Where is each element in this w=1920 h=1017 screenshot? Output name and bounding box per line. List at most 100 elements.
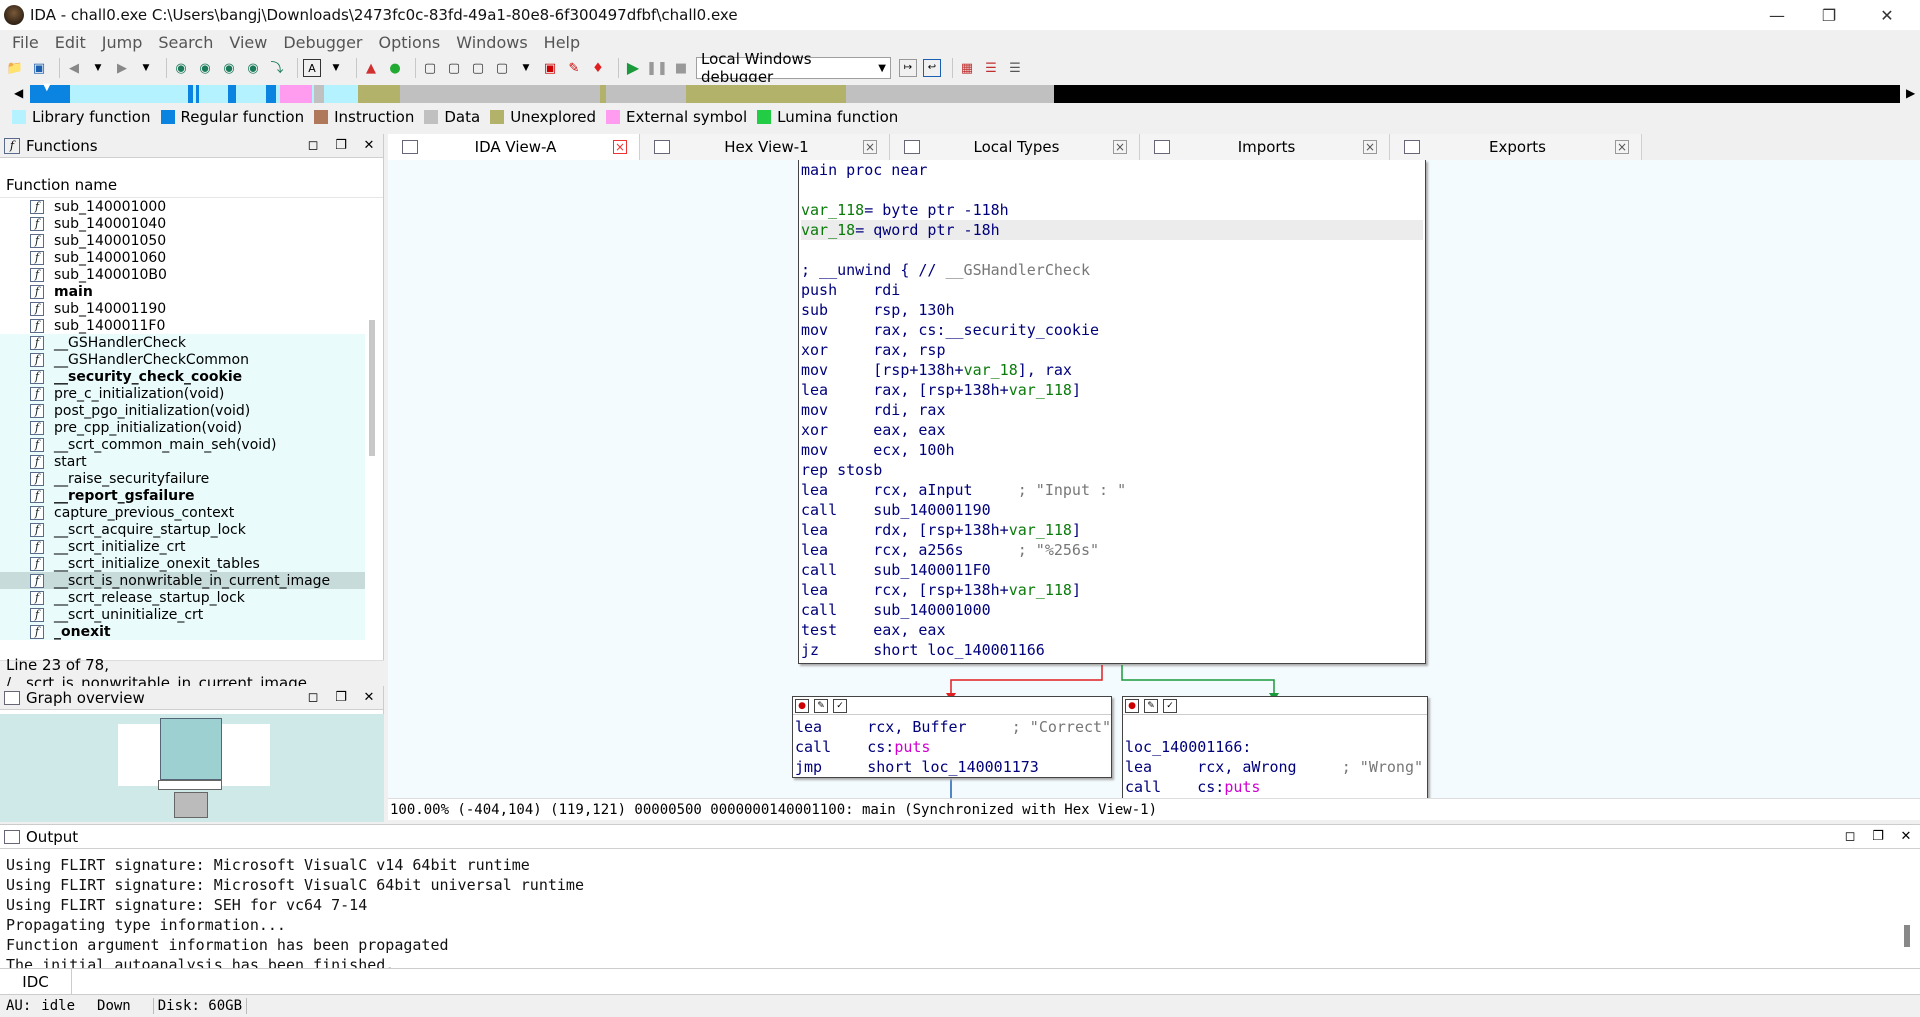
panel-maximize-icon[interactable]: ◻ <box>299 690 327 705</box>
scroll-right-icon[interactable]: ▶ <box>1906 86 1915 100</box>
function-row[interactable]: f capture_previous_context <box>0 504 365 521</box>
find-icon[interactable]: ◉ <box>220 59 238 77</box>
block-title-icon[interactable]: ✎ <box>1144 698 1158 713</box>
function-row[interactable]: f start <box>0 453 365 470</box>
output-vscrollbar[interactable] <box>1904 925 1910 947</box>
asm-line[interactable]: loc_140001166: <box>1125 737 1425 757</box>
minimize-button[interactable]: — <box>1748 0 1806 30</box>
panel-close-icon[interactable]: ✕ <box>1892 829 1920 844</box>
tab-imports[interactable]: Imports × <box>1140 134 1390 160</box>
menu-view[interactable]: View <box>221 33 275 52</box>
idc-command-input[interactable] <box>72 969 1920 995</box>
dropdown-arrow-icon[interactable]: ▼ <box>517 59 535 77</box>
asm-line[interactable]: lea rcx, Buffer ; "Correct" <box>795 717 1111 737</box>
menu-search[interactable]: Search <box>150 33 221 52</box>
dropdown-arrow-icon[interactable]: ▼ <box>137 59 155 77</box>
function-row[interactable]: f sub_1400011F0 <box>0 317 365 334</box>
stop-icon[interactable]: ■ <box>672 59 690 77</box>
wrong-code-block[interactable]: ● ✎ ✓ loc_140001166: lea rcx, aWrong ; "Wro… <box>1122 696 1428 800</box>
menu-debugger[interactable]: Debugger <box>275 33 370 52</box>
pause-icon[interactable]: ❚❚ <box>646 59 668 77</box>
function-row[interactable]: f __GSHandlerCheck <box>0 334 365 351</box>
breakpoint-icon[interactable]: ▲ <box>362 59 380 77</box>
navigation-band[interactable]: ◀ ▼ ▶ <box>0 82 1920 106</box>
open-icon[interactable]: 📁 <box>6 59 24 77</box>
asm-line[interactable]: lea rcx, aWrong ; "Wrong" <box>1125 757 1425 777</box>
graph-proximity-icon[interactable]: ☰ <box>1006 59 1024 77</box>
panel-float-icon[interactable]: ❐ <box>327 138 355 153</box>
function-row[interactable]: f sub_140001000 <box>0 198 365 215</box>
function-row[interactable]: f sub_140001050 <box>0 232 365 249</box>
tab-close-icon[interactable]: × <box>1363 140 1377 154</box>
tab-close-icon[interactable]: × <box>1615 140 1629 154</box>
dropdown-arrow-icon[interactable]: ▼ <box>327 59 345 77</box>
function-row[interactable]: f sub_140001060 <box>0 249 365 266</box>
function-row[interactable]: f main <box>0 283 365 300</box>
function-row[interactable]: f __scrt_initialize_onexit_tables <box>0 555 365 572</box>
ida-graph-view[interactable]: main proc near var_118= byte ptr -118h var… <box>388 160 1920 800</box>
function-row[interactable]: f __scrt_release_startup_lock <box>0 589 365 606</box>
function-name-column-header[interactable]: Function name <box>0 172 383 198</box>
tab-close-icon[interactable]: × <box>613 140 627 154</box>
menu-edit[interactable]: Edit <box>47 33 94 52</box>
function-row[interactable]: f sub_1400010B0 <box>0 266 365 283</box>
binary-search-icon[interactable]: ◉ <box>172 59 190 77</box>
menu-jump[interactable]: Jump <box>94 33 151 52</box>
tab-local-types[interactable]: Local Types × <box>890 134 1140 160</box>
scroll-left-icon[interactable]: ◀ <box>14 86 23 100</box>
asm-line[interactable] <box>1125 717 1425 737</box>
tab-ida-view-a[interactable]: IDA View-A × <box>388 134 640 160</box>
code-icon[interactable]: ▢ <box>421 59 439 77</box>
panel-close-icon[interactable]: ✕ <box>355 138 383 153</box>
function-row[interactable]: f __scrt_uninitialize_crt <box>0 606 365 623</box>
back-icon[interactable]: ◀ <box>65 59 83 77</box>
tab-close-icon[interactable]: × <box>863 140 877 154</box>
stop-sign-icon[interactable]: ♦ <box>589 59 607 77</box>
find-next-icon[interactable]: ◉ <box>244 59 262 77</box>
tab-exports[interactable]: Exports × <box>1390 134 1642 160</box>
function-row[interactable]: f pre_c_initialization(void) <box>0 385 365 402</box>
panel-maximize-icon[interactable]: ◻ <box>299 138 327 153</box>
text-search-icon[interactable]: ◉ <box>196 59 214 77</box>
tab-close-icon[interactable]: × <box>1113 140 1127 154</box>
block-group-icon[interactable]: ✓ <box>1163 698 1177 713</box>
patch-icon[interactable]: ✎ <box>565 59 583 77</box>
function-row[interactable]: f __scrt_initialize_crt <box>0 538 365 555</box>
menu-help[interactable]: Help <box>536 33 588 52</box>
function-row[interactable]: f sub_140001190 <box>0 300 365 317</box>
function-row[interactable]: f __GSHandlerCheckCommon <box>0 351 365 368</box>
function-row[interactable]: f __scrt_is_nonwritable_in_current_image <box>0 572 365 589</box>
graph-overview-canvas[interactable] <box>0 714 384 822</box>
functions-vscrollbar[interactable] <box>369 320 375 456</box>
panel-float-icon[interactable]: ❐ <box>327 690 355 705</box>
block-color-icon[interactable]: ● <box>1125 698 1139 713</box>
menu-file[interactable]: File <box>4 33 47 52</box>
maximize-button[interactable]: ❐ <box>1800 0 1858 30</box>
asm-line[interactable]: call cs:puts <box>1125 777 1425 797</box>
array-icon[interactable]: ▢ <box>493 59 511 77</box>
block-title-icon[interactable]: ✎ <box>814 698 828 713</box>
function-row[interactable]: f __scrt_acquire_startup_lock <box>0 521 365 538</box>
menu-windows[interactable]: Windows <box>448 33 535 52</box>
function-row[interactable]: f __security_check_cookie <box>0 368 365 385</box>
correct-code-block[interactable]: ● ✎ ✓ lea rcx, Buffer ; "Correct" call cs:p… <box>792 696 1112 778</box>
asm-line[interactable]: call cs:puts <box>795 737 1109 757</box>
jump-icon[interactable]: ⤵ <box>268 59 286 77</box>
panel-close-icon[interactable]: ✕ <box>355 690 383 705</box>
data-icon[interactable]: ▢ <box>445 59 463 77</box>
dropdown-arrow-icon[interactable]: ▼ <box>89 59 107 77</box>
undefine-icon[interactable]: ▣ <box>541 59 559 77</box>
idc-language-button[interactable]: IDC <box>0 968 72 995</box>
function-row[interactable]: f post_pgo_initialization(void) <box>0 402 365 419</box>
graph-layout-icon[interactable]: ▦ <box>958 59 976 77</box>
forward-icon[interactable]: ▶ <box>113 59 131 77</box>
panel-maximize-icon[interactable]: ◻ <box>1836 829 1864 844</box>
block-group-icon[interactable]: ✓ <box>833 698 847 713</box>
save-icon[interactable]: ▣ <box>30 59 48 77</box>
close-window-button[interactable]: ✕ <box>1858 0 1916 30</box>
function-row[interactable]: f _onexit <box>0 623 365 640</box>
panel-float-icon[interactable]: ❐ <box>1864 829 1892 844</box>
graph-zoom-icon[interactable]: ☰ <box>982 59 1000 77</box>
detach-icon[interactable]: ↩ <box>923 59 941 77</box>
attach-icon[interactable]: ↦ <box>899 59 917 77</box>
